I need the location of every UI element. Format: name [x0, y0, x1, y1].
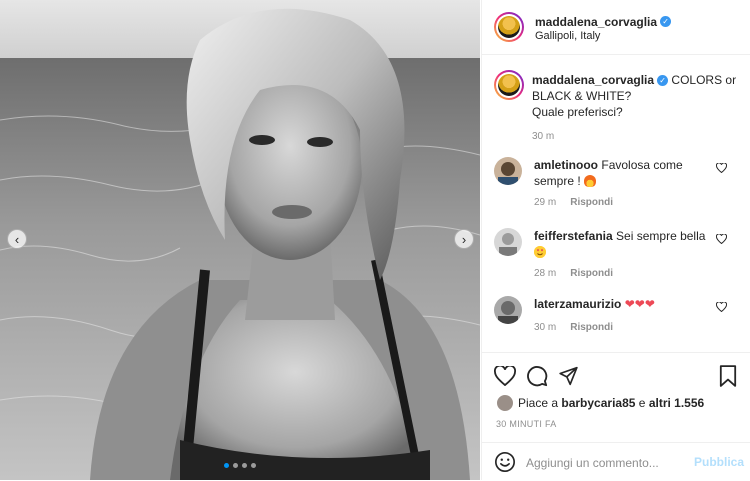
caption-avatar[interactable] [494, 70, 524, 100]
post-header: maddalena_corvaglia ✓ Gallipoli, Italy [482, 0, 750, 55]
comment-text: Sei sempre bella [616, 229, 706, 243]
comment-username[interactable]: feifferstefania [534, 229, 613, 243]
liker-username[interactable]: barbycaria85 [561, 396, 635, 410]
like-comment-heart-icon[interactable] [715, 233, 728, 247]
comment-username[interactable]: laterzamaurizio [534, 297, 621, 311]
comment-time: 30 m [534, 322, 557, 333]
fire-emoji-icon [584, 175, 597, 187]
commenter-avatar[interactable] [494, 228, 522, 256]
carousel-dot [224, 463, 229, 468]
comment-time: 28 m [534, 268, 557, 279]
carousel-dot [251, 463, 256, 468]
carousel-dot [242, 463, 247, 468]
share-send-icon[interactable] [558, 366, 579, 391]
comment-input[interactable] [524, 452, 698, 474]
post-photo[interactable]: ‹ › [0, 0, 480, 480]
caption-time: 30 m [532, 131, 555, 142]
bookmark-save-icon[interactable] [719, 365, 737, 392]
heart-eyes-emoji-icon [534, 246, 546, 258]
comment-time: 29 m [534, 197, 557, 208]
likes-count[interactable]: altri 1.556 [649, 396, 704, 410]
liker-avatar [496, 394, 514, 412]
likes-summary[interactable]: Piace a barbycaria85 e altri 1.556 [496, 394, 704, 412]
commenter-avatar[interactable] [494, 296, 522, 324]
verified-badge-icon: ✓ [657, 75, 669, 87]
post-actions: Piace a barbycaria85 e altri 1.556 30 MI… [482, 352, 750, 443]
like-comment-heart-icon[interactable] [715, 301, 728, 315]
emoji-smiley-icon[interactable] [494, 451, 516, 478]
selfie-image [0, 0, 480, 480]
add-comment-bar: Pubblica [482, 442, 750, 481]
carousel-indicator [224, 463, 256, 468]
reply-button[interactable]: Rispondi [570, 268, 613, 279]
comment-username[interactable]: amletinooo [534, 158, 598, 172]
carousel-prev-button[interactable]: ‹ [7, 229, 27, 249]
comment-text: ❤❤❤ [624, 297, 655, 311]
verified-badge-icon: ✓ [660, 16, 672, 28]
author-avatar[interactable] [494, 12, 524, 42]
caption-username[interactable]: maddalena_corvaglia [532, 73, 654, 87]
author-username[interactable]: maddalena_corvaglia [535, 15, 657, 29]
post-location[interactable]: Gallipoli, Italy [535, 30, 600, 42]
comment-bubble-icon[interactable] [526, 365, 548, 392]
reply-button[interactable]: Rispondi [570, 322, 613, 333]
reply-button[interactable]: Rispondi [570, 197, 613, 208]
commenter-avatar[interactable] [494, 157, 522, 185]
carousel-dot [233, 463, 238, 468]
like-heart-icon[interactable] [494, 364, 516, 391]
publish-button[interactable]: Pubblica [694, 455, 744, 469]
post-timestamp[interactable]: 30 MINUTI FA [496, 419, 557, 429]
post-details-panel: maddalena_corvaglia ✓ Gallipoli, Italy ma… [481, 0, 750, 480]
carousel-next-button[interactable]: › [454, 229, 474, 249]
like-comment-heart-icon[interactable] [715, 162, 728, 176]
caption-text-line2: Quale preferisci? [532, 105, 623, 119]
